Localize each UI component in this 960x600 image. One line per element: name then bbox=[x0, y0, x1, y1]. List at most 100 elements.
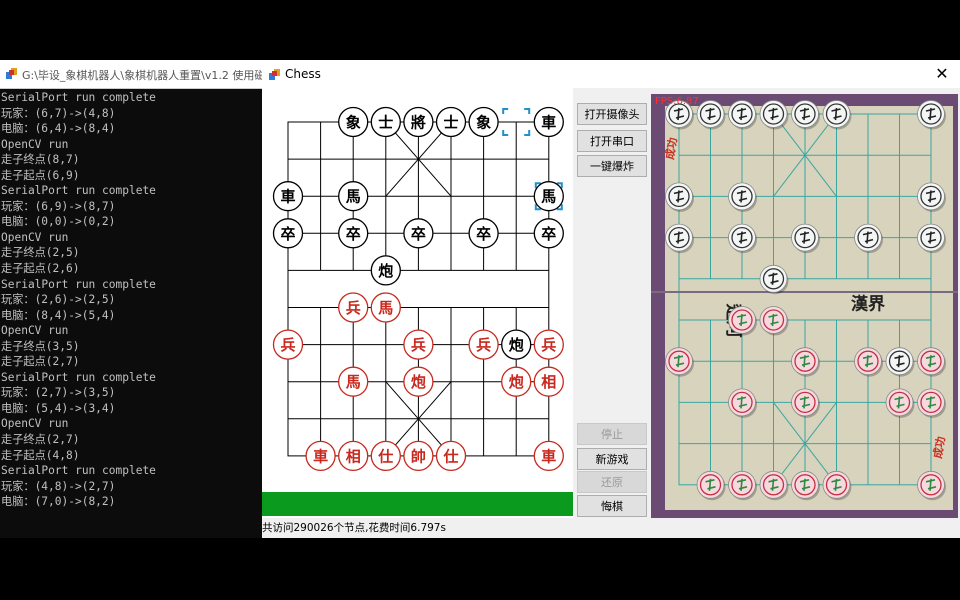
piece-label: 車 bbox=[280, 188, 295, 206]
piece-label: 炮 bbox=[378, 262, 393, 280]
red-piece[interactable]: 兵 bbox=[403, 329, 434, 360]
piece-label: 卒 bbox=[476, 225, 491, 243]
black-piece[interactable]: 象 bbox=[468, 106, 499, 138]
red-piece[interactable]: 兵 bbox=[468, 329, 499, 360]
undo-button[interactable]: 悔棋 bbox=[577, 495, 647, 517]
red-piece[interactable]: 兵 bbox=[272, 329, 304, 360]
red-piece[interactable]: 帥 bbox=[403, 440, 434, 472]
camera-feed: 楚河漢界成功成功 FPS:6.87 bbox=[651, 94, 958, 518]
black-piece[interactable]: 炮 bbox=[501, 329, 532, 360]
piece-label: 將 bbox=[411, 114, 426, 132]
open-serial-button[interactable]: 打开串口 bbox=[577, 130, 647, 152]
piece-label: 車 bbox=[541, 114, 556, 132]
console-line: 走子起点(4,8) bbox=[1, 448, 80, 462]
piece-label: 士 bbox=[443, 114, 458, 132]
console-output: SerialPort run complete 玩家：(6,7)->(4,8) 电脑… bbox=[1, 90, 261, 510]
piece-label: 兵 bbox=[346, 299, 361, 317]
status-text: 共访问290026个节点,花费时间6.797s bbox=[262, 522, 446, 534]
red-piece[interactable]: 炮 bbox=[501, 366, 532, 397]
progress-bar bbox=[262, 492, 573, 516]
piece-label: 炮 bbox=[411, 373, 426, 391]
piece-label: 卒 bbox=[346, 225, 361, 243]
black-piece[interactable]: 將 bbox=[403, 106, 434, 138]
black-piece[interactable]: 馬 bbox=[338, 181, 369, 212]
piece-label: 兵 bbox=[476, 336, 491, 354]
console-line: OpenCV run bbox=[1, 137, 69, 151]
red-piece[interactable]: 相 bbox=[533, 366, 564, 397]
console-line: 电脑：(6,4)->(8,4) bbox=[1, 122, 116, 136]
close-icon[interactable]: ✕ bbox=[932, 64, 952, 84]
console-line: 电脑：(0,0)->(0,2) bbox=[1, 215, 116, 229]
piece-label: 兵 bbox=[411, 336, 426, 354]
console-line: 走子起点(6,9) bbox=[1, 168, 80, 182]
black-piece[interactable]: 卒 bbox=[403, 218, 434, 249]
black-piece[interactable]: 卒 bbox=[272, 218, 304, 249]
piece-label: 兵 bbox=[541, 336, 556, 354]
black-piece[interactable]: 卒 bbox=[468, 218, 499, 249]
console-line: SerialPort run complete bbox=[1, 91, 156, 104]
piece-label: 炮 bbox=[509, 336, 524, 354]
piece-label: 卒 bbox=[280, 225, 295, 243]
piece-label: 馬 bbox=[346, 373, 361, 391]
stop-button[interactable]: 停止 bbox=[577, 423, 647, 445]
restore-button[interactable]: 还原 bbox=[577, 471, 647, 493]
console-line: 走子起点(2,6) bbox=[1, 262, 80, 276]
black-piece[interactable]: 象 bbox=[338, 106, 369, 138]
piece-label: 仕 bbox=[442, 447, 458, 465]
black-piece[interactable]: 卒 bbox=[533, 218, 564, 249]
red-piece[interactable]: 兵 bbox=[338, 292, 369, 323]
console-line: 电脑：(5,4)->(3,4) bbox=[1, 401, 116, 415]
console-line: 电脑：(7,0)->(8,2) bbox=[1, 495, 116, 509]
one-click-button[interactable]: 一键爆炸 bbox=[577, 155, 647, 177]
red-piece[interactable]: 車 bbox=[533, 440, 564, 472]
piece-label: 車 bbox=[313, 447, 328, 465]
red-piece[interactable]: 兵 bbox=[533, 329, 564, 360]
chess-window: Chess ✕ 象士將士象車車馬馬卒卒卒卒卒炮兵馬兵兵兵炮兵馬炮炮相車相仕帥仕車… bbox=[262, 60, 960, 538]
piece-label: 相 bbox=[541, 373, 556, 391]
console-line: 走子终点(8,7) bbox=[1, 153, 80, 167]
console-line: OpenCV run bbox=[1, 230, 69, 244]
piece-label: 士 bbox=[378, 114, 393, 132]
console-line: 玩家：(6,7)->(4,8) bbox=[1, 106, 116, 120]
app-icon bbox=[269, 69, 280, 80]
black-piece[interactable]: 馬 bbox=[533, 181, 564, 212]
console-line: SerialPort run complete bbox=[1, 277, 156, 291]
console-line: 电脑：(8,4)->(5,4) bbox=[1, 308, 116, 322]
piece-label: 帥 bbox=[411, 447, 426, 465]
red-piece[interactable]: 相 bbox=[338, 440, 369, 472]
console-line: 走子终点(3,5) bbox=[1, 339, 80, 353]
black-piece[interactable]: 卒 bbox=[338, 218, 369, 249]
chess-board[interactable]: 象士將士象車車馬馬卒卒卒卒卒炮兵 馬兵兵兵炮兵馬炮炮相車相仕帥仕車 bbox=[262, 88, 573, 490]
console-line: 玩家：(2,6)->(2,5) bbox=[1, 293, 116, 307]
piece-label: 兵 bbox=[280, 336, 295, 354]
piece-label: 象 bbox=[346, 114, 361, 132]
console-line: 玩家：(4,8)->(2,7) bbox=[1, 479, 116, 493]
console-line: SerialPort run complete bbox=[1, 464, 156, 478]
chess-titlebar[interactable]: Chess ✕ bbox=[262, 60, 960, 88]
console-line: OpenCV run bbox=[1, 324, 69, 338]
console-line: 玩家：(6,9)->(8,7) bbox=[1, 199, 116, 213]
red-piece[interactable]: 馬 bbox=[370, 292, 401, 323]
red-piece[interactable]: 仕 bbox=[435, 440, 467, 472]
black-piece[interactable]: 炮 bbox=[370, 255, 401, 286]
console-line: 走子起点(2,7) bbox=[1, 355, 80, 369]
black-piece[interactable]: 車 bbox=[272, 181, 304, 212]
console-line: 玩家：(2,7)->(3,5) bbox=[1, 386, 116, 400]
console-line: OpenCV run bbox=[1, 417, 69, 431]
chess-window-title: Chess bbox=[285, 67, 321, 81]
chess-board-panel[interactable]: 象士將士象車車馬馬卒卒卒卒卒炮兵馬兵兵兵炮兵馬炮炮相車相仕帥仕車 bbox=[262, 88, 573, 518]
console-line: 走子终点(2,7) bbox=[1, 433, 80, 447]
black-piece[interactable]: 士 bbox=[435, 106, 467, 138]
piece-label: 卒 bbox=[411, 225, 426, 243]
open-camera-button[interactable]: 打开摄像头 bbox=[577, 103, 647, 125]
red-piece[interactable]: 馬 bbox=[338, 366, 369, 397]
red-piece[interactable]: 車 bbox=[305, 440, 336, 472]
console-titlebar[interactable]: G:\毕设_象棋机器人\象棋机器人重置\v1.2 使用磁性象 bbox=[0, 60, 262, 89]
new-game-button[interactable]: 新游戏 bbox=[577, 448, 647, 470]
piece-label: 馬 bbox=[346, 188, 361, 206]
red-piece[interactable]: 仕 bbox=[370, 440, 401, 472]
piece-label: 馬 bbox=[541, 188, 556, 206]
red-piece[interactable]: 炮 bbox=[403, 366, 434, 397]
black-piece[interactable]: 士 bbox=[370, 106, 401, 138]
black-piece[interactable]: 車 bbox=[533, 106, 564, 138]
